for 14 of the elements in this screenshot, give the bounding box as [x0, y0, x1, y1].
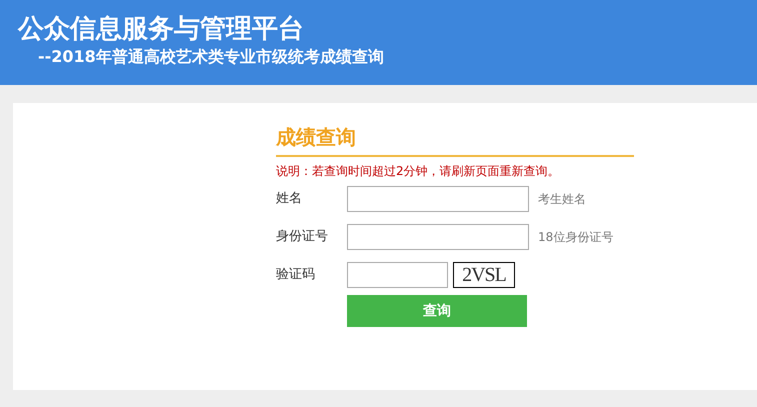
field-hint: 考生姓名	[538, 191, 586, 208]
captcha-image: 2VSL	[453, 262, 515, 288]
field-label: 验证码	[276, 266, 316, 284]
form-title: 成绩查询	[276, 123, 634, 157]
captcha-field[interactable]	[347, 262, 448, 288]
site-title: 公众信息服务与管理平台	[18, 13, 305, 46]
text-field[interactable]	[347, 186, 529, 212]
field-label: 姓名	[276, 190, 303, 208]
text-field[interactable]	[347, 224, 529, 250]
notice-text: 说明：若查询时间超过2分钟，请刷新页面重新查询。	[276, 163, 561, 180]
query-button[interactable]: 查询	[347, 295, 527, 327]
field-label: 身份证号	[276, 228, 329, 246]
field-hint: 18位身份证号	[538, 229, 614, 246]
page-subtitle: --2018年普通高校艺术类专业市级统考成绩查询	[37, 46, 385, 68]
